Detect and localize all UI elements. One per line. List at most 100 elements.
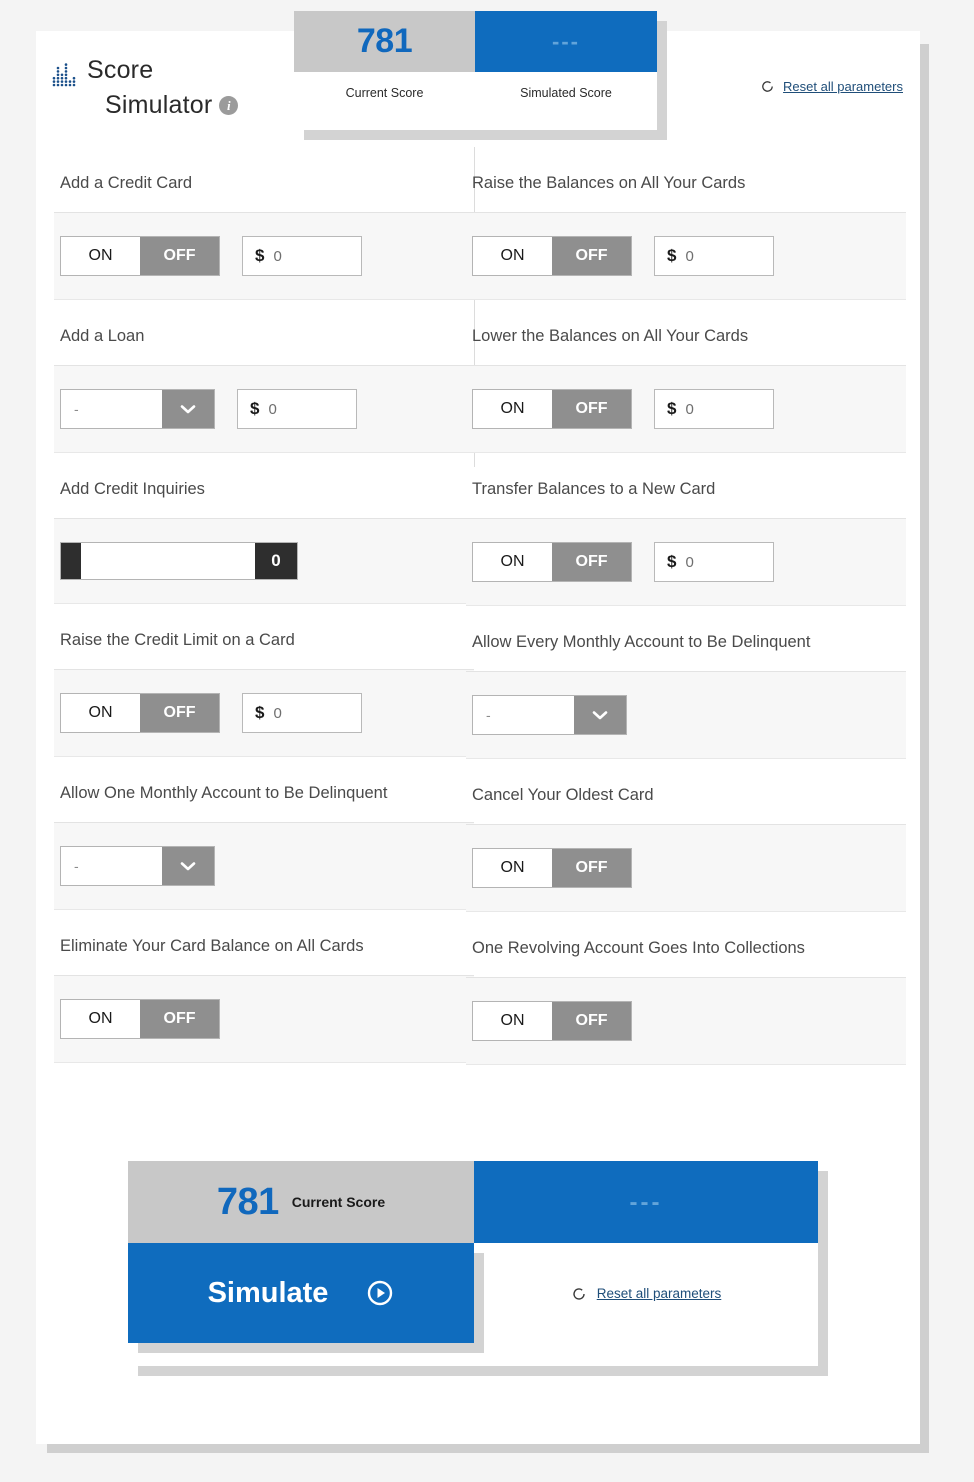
reset-all-parameters-top[interactable]: Reset all parameters — [760, 79, 903, 94]
select-value-allow-one-monthly-account-to-be-delinque: - — [61, 847, 162, 885]
toggle-on-eliminate-your-card-balance-on-all-cards[interactable]: ON — [61, 1000, 140, 1038]
toggle-off-add-a-credit-card[interactable]: OFF — [140, 237, 219, 275]
parameter-row-transfer-balances-to-a-new-card: Transfer Balances to a New Card ON OFF $0 — [466, 453, 906, 606]
parameter-label-cancel-your-oldest-card: Cancel Your Oldest Card — [466, 759, 906, 825]
toggle-off-cancel-your-oldest-card[interactable]: OFF — [552, 849, 631, 887]
toggle-eliminate-your-card-balance-on-all-cards[interactable]: ON OFF — [60, 999, 220, 1039]
select-value-allow-every-monthly-account-to-be-delinq: - — [473, 696, 574, 734]
parameter-control-lower-the-balances-on-all-your-cards: ON OFF $0 — [466, 366, 906, 453]
parameter-row-cancel-your-oldest-card: Cancel Your Oldest Card ON OFF — [466, 759, 906, 912]
parameter-label-allow-one-monthly-account-to-be-delinque: Allow One Monthly Account to Be Delinque… — [54, 757, 474, 823]
currency-symbol: $ — [667, 552, 677, 571]
chevron-down-icon[interactable] — [162, 847, 214, 885]
app-title-line1: Score — [87, 56, 154, 84]
amount-value: 0 — [685, 553, 694, 571]
reset-all-parameters-bottom-label: Reset all parameters — [596, 1286, 722, 1301]
currency-symbol: $ — [667, 246, 677, 265]
parameter-label-one-revolving-account-goes-into-collecti: One Revolving Account Goes Into Collecti… — [466, 912, 906, 978]
parameter-label-add-credit-inquiries: Add Credit Inquiries — [54, 453, 474, 519]
parameter-row-allow-every-monthly-account-to-be-delinq: Allow Every Monthly Account to Be Delinq… — [466, 606, 906, 759]
parameter-label-add-a-credit-card: Add a Credit Card — [54, 147, 474, 213]
toggle-raise-the-balances-on-all-your-cards[interactable]: ON OFF — [472, 236, 632, 276]
score-labels: Current Score Simulated Score — [294, 72, 657, 130]
amount-input-raise-the-balances-on-all-your-cards[interactable]: $0 — [654, 236, 774, 276]
toggle-one-revolving-account-goes-into-collecti[interactable]: ON OFF — [472, 1001, 632, 1041]
info-icon[interactable]: i — [219, 96, 239, 115]
parameter-control-cancel-your-oldest-card: ON OFF — [466, 825, 906, 912]
toggle-on-one-revolving-account-goes-into-collecti[interactable]: ON — [473, 1002, 552, 1040]
toggle-off-one-revolving-account-goes-into-collecti[interactable]: OFF — [552, 1002, 631, 1040]
parameter-label-lower-the-balances-on-all-your-cards: Lower the Balances on All Your Cards — [466, 300, 906, 366]
toggle-off-raise-the-credit-limit-on-a-card[interactable]: OFF — [140, 694, 219, 732]
toggle-off-transfer-balances-to-a-new-card[interactable]: OFF — [552, 543, 631, 581]
currency-symbol: $ — [250, 399, 260, 418]
toggle-on-transfer-balances-to-a-new-card[interactable]: ON — [473, 543, 552, 581]
app-title: Score Simulator i — [87, 53, 239, 123]
score-summary-widget: 781 --- Current Score Simulated Score — [294, 11, 657, 130]
slider-track[interactable] — [81, 543, 255, 579]
parameter-label-eliminate-your-card-balance-on-all-cards: Eliminate Your Card Balance on All Cards — [54, 910, 474, 976]
parameter-control-eliminate-your-card-balance-on-all-cards: ON OFF — [54, 976, 474, 1063]
toggle-add-a-credit-card[interactable]: ON OFF — [60, 236, 220, 276]
slider-add-credit-inquiries[interactable]: 0 — [60, 542, 298, 580]
toggle-on-raise-the-credit-limit-on-a-card[interactable]: ON — [61, 694, 140, 732]
parameter-control-transfer-balances-to-a-new-card: ON OFF $0 — [466, 519, 906, 606]
footer-current-score-label: Current Score — [291, 1194, 386, 1210]
left-parameter-column: Add a Credit Card ON OFF $0 Add a Loan - $0 Add… — [54, 147, 474, 1063]
select-add-a-loan[interactable]: - — [60, 389, 215, 429]
toggle-lower-the-balances-on-all-your-cards[interactable]: ON OFF — [472, 389, 632, 429]
amount-value: 0 — [685, 247, 694, 265]
toggle-off-eliminate-your-card-balance-on-all-cards[interactable]: OFF — [140, 1000, 219, 1038]
select-allow-one-monthly-account-to-be-delinque[interactable]: - — [60, 846, 215, 886]
slider-value: 0 — [255, 543, 297, 579]
reset-all-parameters-bottom[interactable]: Reset all parameters — [474, 1243, 818, 1366]
footer-action-row: Simulate Reset all parameters — [128, 1243, 818, 1366]
toggle-on-raise-the-balances-on-all-your-cards[interactable]: ON — [473, 237, 552, 275]
play-circle-icon — [368, 1280, 393, 1306]
parameter-control-one-revolving-account-goes-into-collecti: ON OFF — [466, 978, 906, 1065]
parameter-control-allow-one-monthly-account-to-be-delinque: - — [54, 823, 474, 910]
currency-symbol: $ — [667, 399, 677, 418]
header: Score Simulator i 781 --- Current Score S… — [36, 11, 920, 147]
amount-input-add-a-credit-card[interactable]: $0 — [242, 236, 362, 276]
page-card-shadow-bottom — [47, 1444, 929, 1453]
chevron-down-icon[interactable] — [162, 390, 214, 428]
parameter-label-raise-the-balances-on-all-your-cards: Raise the Balances on All Your Cards — [466, 147, 906, 213]
footer-simulated-score-box: --- — [474, 1161, 818, 1243]
amount-input-lower-the-balances-on-all-your-cards[interactable]: $0 — [654, 389, 774, 429]
select-allow-every-monthly-account-to-be-delinq[interactable]: - — [472, 695, 627, 735]
toggle-off-raise-the-balances-on-all-your-cards[interactable]: OFF — [552, 237, 631, 275]
toggle-transfer-balances-to-a-new-card[interactable]: ON OFF — [472, 542, 632, 582]
toggle-on-lower-the-balances-on-all-your-cards[interactable]: ON — [473, 390, 552, 428]
simulated-score-label: Simulated Score — [520, 86, 612, 100]
parameter-row-one-revolving-account-goes-into-collecti: One Revolving Account Goes Into Collecti… — [466, 912, 906, 1065]
score-boxes: 781 --- — [294, 11, 657, 72]
toggle-cancel-your-oldest-card[interactable]: ON OFF — [472, 848, 632, 888]
amount-input-transfer-balances-to-a-new-card[interactable]: $0 — [654, 542, 774, 582]
score-simulator-card: Score Simulator i 781 --- Current Score S… — [36, 11, 920, 1444]
amount-input-raise-the-credit-limit-on-a-card[interactable]: $0 — [242, 693, 362, 733]
toggle-on-add-a-credit-card[interactable]: ON — [61, 237, 140, 275]
chevron-down-icon[interactable] — [574, 696, 626, 734]
toggle-off-lower-the-balances-on-all-your-cards[interactable]: OFF — [552, 390, 631, 428]
toggle-on-cancel-your-oldest-card[interactable]: ON — [473, 849, 552, 887]
footer-simulated-score-value: --- — [629, 1188, 663, 1216]
amount-input-add-a-loan[interactable]: $0 — [237, 389, 357, 429]
slider-handle[interactable] — [61, 543, 81, 579]
parameter-control-allow-every-monthly-account-to-be-delinq: - — [466, 672, 906, 759]
footer-summary: 781 Current Score --- Simulate Reset all… — [128, 1161, 818, 1366]
parameter-row-add-a-credit-card: Add a Credit Card ON OFF $0 — [54, 147, 474, 300]
currency-symbol: $ — [255, 703, 265, 722]
right-parameter-column: Raise the Balances on All Your Cards ON OF… — [466, 147, 906, 1065]
footer-current-score-box: 781 Current Score — [128, 1161, 474, 1243]
simulated-score-value: --- — [552, 28, 580, 54]
toggle-raise-the-credit-limit-on-a-card[interactable]: ON OFF — [60, 693, 220, 733]
amount-value: 0 — [273, 247, 282, 265]
current-score-value: 781 — [356, 22, 413, 60]
parameter-label-transfer-balances-to-a-new-card: Transfer Balances to a New Card — [466, 453, 906, 519]
reset-all-parameters-top-label: Reset all parameters — [783, 79, 903, 94]
parameter-row-raise-the-credit-limit-on-a-card: Raise the Credit Limit on a Card ON OFF $0 — [54, 604, 474, 757]
amount-value: 0 — [273, 704, 282, 722]
parameter-row-raise-the-balances-on-all-your-cards: Raise the Balances on All Your Cards ON OF… — [466, 147, 906, 300]
simulate-button[interactable]: Simulate — [128, 1243, 474, 1343]
